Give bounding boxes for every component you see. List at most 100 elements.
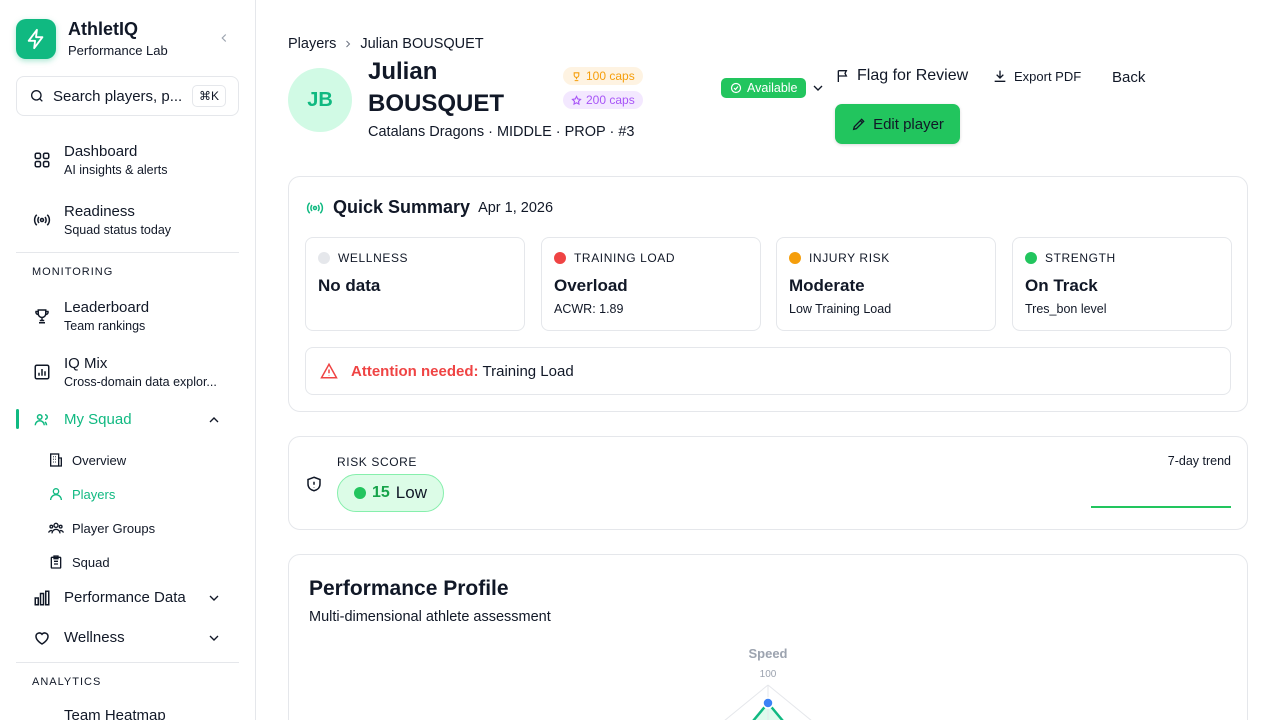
sidebar-item-leaderboard[interactable]: Leaderboard Team rankings <box>32 298 228 334</box>
breadcrumb: Players Julian BOUSQUET <box>288 36 484 52</box>
clipboard-icon <box>50 555 62 569</box>
chevron-down-icon[interactable] <box>206 590 222 606</box>
avatar: JB <box>288 68 352 132</box>
divider <box>16 662 239 663</box>
trend-sparkline <box>1091 506 1231 508</box>
shield-alert-icon <box>307 476 321 492</box>
trophy-icon <box>32 306 52 326</box>
chevron-right-icon <box>342 38 354 50</box>
summary-title: Quick Summary <box>333 197 471 217</box>
sidebar-item-wellness[interactable]: Wellness <box>32 626 125 650</box>
check-circle-icon <box>730 82 742 94</box>
radar-point-speed[interactable] <box>762 697 774 709</box>
sidebar-subitem-squad[interactable]: Squad <box>48 552 110 572</box>
chevron-up-icon[interactable] <box>206 412 222 428</box>
sidebar-item-label: Readiness <box>64 203 135 220</box>
sidebar-item-performance-data[interactable]: Performance Data <box>32 586 186 610</box>
sidebar-item-iq-mix[interactable]: IQ Mix Cross-domain data explor... <box>32 354 228 390</box>
sidebar-item-sublabel: Team rankings <box>64 319 146 333</box>
sidebar-item-sublabel: Squad status today <box>64 223 172 237</box>
metric-label: TRAINING LOAD <box>574 251 676 265</box>
building-icon <box>50 453 62 467</box>
caps-purple-label: 200 caps <box>586 93 635 107</box>
metric-sub: Tres_bon level <box>1025 302 1107 316</box>
metric-card-wellness[interactable]: WELLNESS No data <box>305 237 525 331</box>
users-icon <box>32 410 52 430</box>
chevron-down-icon[interactable] <box>206 630 222 646</box>
status-dot <box>789 252 801 264</box>
sidebar-item-dashboard[interactable]: Dashboard AI insights & alerts <box>32 142 228 178</box>
performance-profile-card: Performance Profile Multi-dimensional at… <box>288 554 1248 720</box>
pencil-icon <box>852 118 865 131</box>
alert-label: Attention needed: <box>351 362 479 380</box>
trend-label: 7-day trend <box>1167 454 1231 468</box>
sidebar-subitem-overview[interactable]: Overview <box>48 450 126 470</box>
search-input[interactable]: Search players, p... <box>53 88 183 105</box>
search-icon <box>31 90 43 102</box>
bar-chart-icon <box>32 588 52 608</box>
sidebar-subitem-player-groups[interactable]: Player Groups <box>48 518 155 538</box>
metric-sub: Low Training Load <box>789 302 892 316</box>
metric-value: Overload <box>554 276 628 295</box>
sidebar-item-my-squad[interactable]: My Squad <box>32 408 132 432</box>
caps-gold-label: 100 caps <box>586 69 635 83</box>
search-box[interactable]: Search players, p... ⌘K <box>16 76 239 116</box>
edit-player-label: Edit player <box>873 115 944 133</box>
metric-label: INJURY RISK <box>809 251 890 265</box>
star-icon <box>571 94 582 105</box>
status-dot <box>318 252 330 264</box>
sidebar-subitem-players[interactable]: Players <box>48 484 115 504</box>
sidebar-subitem-label: Players <box>72 486 116 502</box>
user-icon <box>50 488 62 501</box>
sidebar-subitem-label: Squad <box>72 554 110 570</box>
performance-subtitle: Multi-dimensional athlete assessment <box>309 609 551 625</box>
status-dot <box>554 252 566 264</box>
alert-text: Training Load <box>482 362 574 380</box>
status-badge[interactable]: Available <box>721 78 806 98</box>
export-label: Export PDF <box>1014 68 1082 84</box>
edit-player-button[interactable]: Edit player <box>835 104 960 144</box>
metric-label: STRENGTH <box>1045 251 1116 265</box>
breadcrumb-players-link[interactable]: Players <box>288 36 336 52</box>
risk-score-value: 15 <box>372 484 390 501</box>
export-pdf-button[interactable]: Export PDF <box>992 66 1081 86</box>
sidebar-item-label: My Squad <box>64 411 132 428</box>
quick-summary-card: Quick Summary Apr 1, 2026 WELLNESS No da… <box>288 176 1248 412</box>
sidebar-item-label: Wellness <box>64 629 125 646</box>
flag-for-review-button[interactable]: Flag for Review <box>835 66 968 86</box>
back-button[interactable]: Back <box>1112 67 1145 87</box>
lightning-logo-icon <box>16 19 56 59</box>
summary-date: Apr 1, 2026 <box>478 199 554 216</box>
breadcrumb-current: Julian BOUSQUET <box>360 36 484 52</box>
warning-triangle-icon <box>320 362 338 379</box>
chevron-down-icon[interactable] <box>810 80 826 96</box>
metric-label: WELLNESS <box>338 251 409 265</box>
heart-icon <box>32 628 52 648</box>
caps-badge-purple: 200 caps <box>563 91 643 109</box>
sidebar-item-team-heatmap[interactable]: Team Heatmap <box>32 706 166 720</box>
flag-label: Flag for Review <box>857 67 969 84</box>
radar-tick-label: 100 <box>760 669 777 680</box>
caps-badge-gold: 100 caps <box>563 67 643 85</box>
status-dot <box>1025 252 1037 264</box>
radio-signal-icon <box>306 201 324 214</box>
brand[interactable]: AthletIQ Performance Lab <box>16 18 168 60</box>
sidebar-item-label: Dashboard <box>64 143 138 160</box>
sidebar-item-sublabel: Cross-domain data explor... <box>64 375 217 389</box>
metric-card-strength[interactable]: STRENGTH On Track Tres_bon level <box>1012 237 1232 331</box>
page-title: Julian BOUSQUET <box>368 58 505 117</box>
sidebar-item-sublabel: AI insights & alerts <box>64 163 168 177</box>
collapse-sidebar-button[interactable] <box>214 28 234 48</box>
performance-title: Performance Profile <box>309 577 509 600</box>
metric-card-injury-risk[interactable]: INJURY RISK Moderate Low Training Load <box>776 237 996 331</box>
trophy-icon <box>573 71 580 81</box>
metric-value: Moderate <box>789 276 865 295</box>
sidebar-item-readiness[interactable]: Readiness Squad status today <box>32 202 228 238</box>
brand-subtitle: Performance Lab <box>68 43 168 58</box>
sidebar-subitem-label: Overview <box>72 452 127 468</box>
metric-card-training-load[interactable]: TRAINING LOAD Overload ACWR: 1.89 <box>541 237 761 331</box>
radar-axis-label: Speed <box>748 646 787 661</box>
risk-score-label: RISK SCORE <box>337 455 418 469</box>
sidebar-item-label: Performance Data <box>64 589 186 606</box>
brand-name: AthletIQ <box>68 19 138 39</box>
